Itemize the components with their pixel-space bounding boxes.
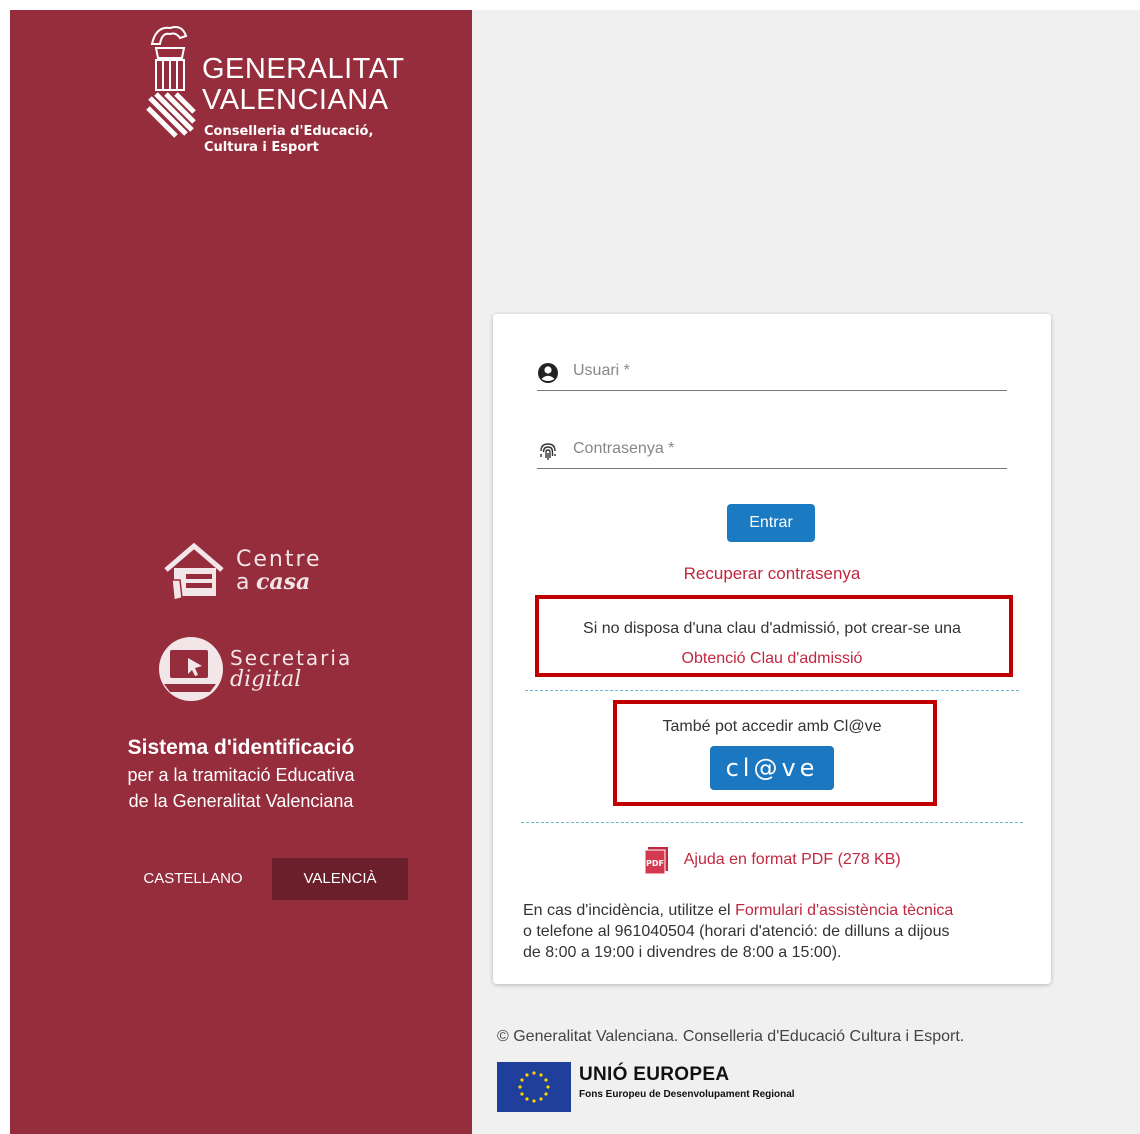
secretaria-digital-logo: Secretaria digital	[158, 636, 352, 702]
centre-a-casa-word2a: a	[236, 569, 252, 595]
department-line1: Conselleria d'Educació,	[204, 124, 374, 139]
user-input[interactable]	[573, 354, 993, 388]
admission-link-row: Obtenció Clau d'admissió	[493, 650, 1051, 668]
help-pdf-link[interactable]: Ajuda en format PDF (278 KB)	[684, 851, 901, 868]
recover-password-link[interactable]: Recuperar contrasenya	[684, 564, 861, 583]
clave-text: També pot accedir amb Cl@ve	[662, 718, 882, 735]
support-form-link[interactable]: Formulari d'assistència tècnica	[735, 902, 953, 919]
generalitat-emblem-icon	[146, 26, 196, 138]
login-card: Entrar Recuperar contrasenya Si no dispo…	[493, 314, 1051, 984]
support-info: En cas d'incidència, utilitze el Formula…	[523, 900, 1033, 963]
support-line2: o telefone al 961040504 (horari d'atenci…	[523, 923, 950, 940]
centre-a-casa-word1: Centre	[236, 546, 322, 572]
support-prefix: En cas d'incidència, utilitze el	[523, 902, 736, 919]
user-icon	[538, 363, 558, 383]
admission-text: Si no disposa d'una clau d'admissió, pot…	[583, 620, 961, 637]
help-pdf-row: PDF Ajuda en format PDF (278 KB)	[493, 846, 1051, 875]
divider	[525, 690, 1019, 691]
sidebar: GENERALITAT VALENCIANA Conselleria d'Edu…	[10, 10, 472, 1134]
laptop-cursor-icon	[159, 637, 223, 701]
svg-text:PDF: PDF	[646, 859, 664, 868]
eu-flag-icon	[497, 1062, 571, 1112]
secretaria-digital-word2: digital	[230, 667, 302, 692]
language-valencia-button[interactable]: VALENCIÀ	[272, 858, 408, 900]
login-submit-button[interactable]: Entrar	[727, 504, 815, 542]
eu-subtitle: Fons Europeu de Desenvolupament Regional	[579, 1089, 795, 1100]
divider	[521, 822, 1023, 823]
admission-key-link[interactable]: Obtenció Clau d'admissió	[682, 650, 863, 667]
system-subtitle-line1: per a la tramitació Educativa	[127, 765, 355, 785]
secretaria-digital-word1: Secretaria	[230, 646, 353, 670]
pdf-icon: PDF	[644, 847, 669, 875]
password-input[interactable]	[573, 432, 993, 466]
copyright: © Generalitat Valenciana. Conselleria d'…	[497, 1028, 965, 1045]
fingerprint-icon	[540, 443, 556, 460]
eu-title: UNIÓ EUROPEA	[579, 1064, 730, 1085]
eu-funding-logo: UNIÓ EUROPEA Fons Europeu de Desenvolupa…	[497, 1062, 837, 1114]
system-subtitle-line2: de la Generalitat Valenciana	[128, 791, 354, 811]
recover-password-row: Recuperar contrasenya	[493, 564, 1051, 584]
support-line3: de 8:00 a 19:00 i divendres de 8:00 a 15…	[523, 944, 842, 961]
department-line2: Cultura i Esport	[204, 140, 319, 155]
generalitat-name-line1: GENERALITAT	[202, 53, 405, 85]
house-hand-icon	[164, 542, 224, 601]
generalitat-name: GENERALITAT VALENCIANA	[202, 54, 405, 116]
language-castellano-button[interactable]: CASTELLANO	[128, 858, 258, 900]
system-title: Sistema d'identificació	[127, 736, 355, 759]
generalitat-logo: GENERALITAT VALENCIANA Conselleria d'Edu…	[146, 24, 416, 174]
clave-login-button[interactable]: cl@ve	[710, 746, 834, 790]
centre-a-casa-word2b: casa	[255, 568, 311, 595]
department-name: Conselleria d'Educació, Cultura i Esport	[204, 124, 373, 156]
password-field	[537, 432, 1007, 469]
centre-a-casa-logo: Centre a casa	[162, 540, 322, 602]
generalitat-name-line2: VALENCIANA	[202, 84, 389, 116]
user-field	[537, 354, 1007, 391]
